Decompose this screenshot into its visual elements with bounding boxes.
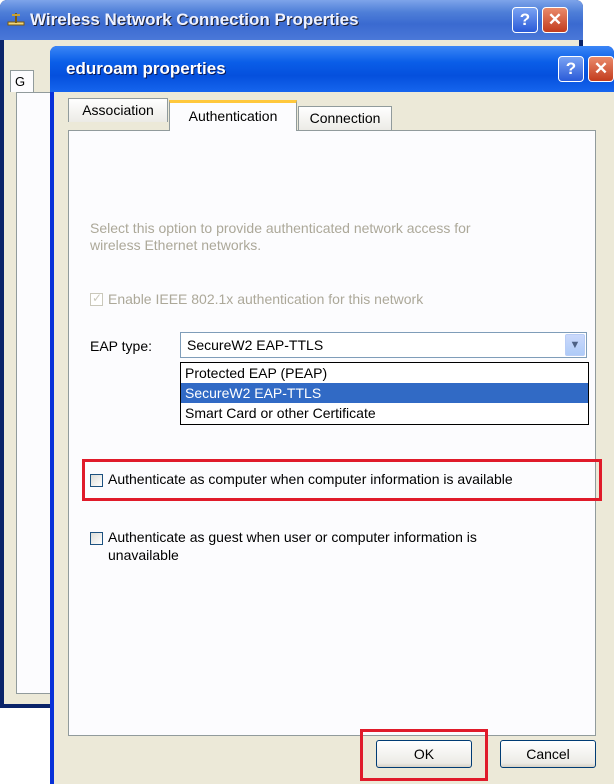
- eap-option-smart-card[interactable]: Smart Card or other Certificate: [181, 403, 588, 423]
- dialog-body: Association Authentication Connection Se…: [54, 92, 614, 784]
- dialog-title: eduroam properties: [66, 59, 226, 78]
- background-tab-general[interactable]: G: [10, 70, 34, 92]
- tab-association[interactable]: Association: [68, 98, 168, 122]
- eap-option-peap[interactable]: Protected EAP (PEAP): [181, 363, 588, 383]
- background-close-button[interactable]: ✕: [542, 7, 568, 33]
- auth-guest-label-line-1: Authenticate as guest when user or compu…: [108, 529, 477, 545]
- eap-type-dropdown-list: Protected EAP (PEAP) SecureW2 EAP-TTLS S…: [180, 362, 589, 425]
- auth-guest-label-line-2: unavailable: [108, 547, 179, 563]
- enable-8021x-label: Enable IEEE 802.1x authentication for th…: [108, 291, 424, 307]
- enable-8021x-checkbox[interactable]: ✓: [90, 291, 103, 306]
- ok-button[interactable]: OK: [376, 740, 472, 768]
- auth-computer-label: Authenticate as computer when computer i…: [108, 471, 513, 487]
- dialog-close-button[interactable]: ✕: [588, 56, 614, 82]
- auth-guest-checkbox[interactable]: [90, 532, 103, 545]
- background-window-title: Wireless Network Connection Properties: [30, 10, 359, 29]
- dialog-title-bar: eduroam properties ? ✕: [50, 46, 614, 92]
- background-title-bar: Wireless Network Connection Properties ?…: [0, 0, 583, 40]
- tab-connection[interactable]: Connection: [298, 106, 392, 130]
- auth-computer-checkbox[interactable]: [90, 474, 103, 487]
- eap-type-select[interactable]: SecureW2 EAP-TTLS ▼: [180, 332, 587, 358]
- checkmark-icon: ✓: [92, 291, 103, 305]
- eap-type-label: EAP type:: [90, 338, 153, 354]
- network-icon: [7, 13, 25, 26]
- eduroam-dialog: eduroam properties ? ✕ Association Authe…: [50, 46, 614, 784]
- eap-type-selected-value: SecureW2 EAP-TTLS: [187, 337, 324, 353]
- cancel-button[interactable]: Cancel: [500, 740, 596, 768]
- dialog-help-button[interactable]: ?: [558, 56, 584, 82]
- description-line-2: wireless Ethernet networks.: [90, 237, 262, 253]
- chevron-down-icon[interactable]: ▼: [565, 334, 585, 356]
- eap-option-securew2-ttls[interactable]: SecureW2 EAP-TTLS: [181, 383, 588, 403]
- description-line-1: Select this option to provide authentica…: [90, 220, 471, 236]
- tab-authentication[interactable]: Authentication: [169, 100, 297, 131]
- background-help-button[interactable]: ?: [512, 7, 538, 33]
